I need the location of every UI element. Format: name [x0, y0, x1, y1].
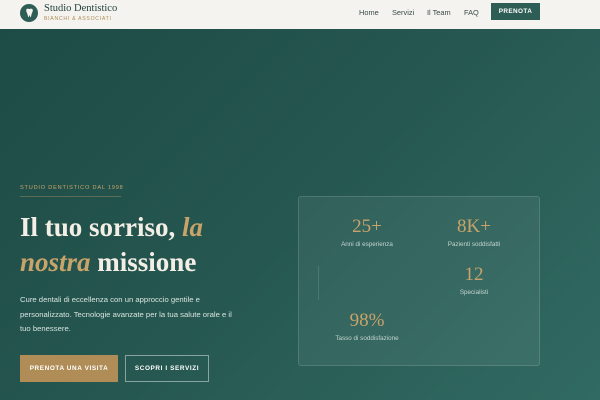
stat-label-satisfaction: Tasso di soddisfazione: [335, 335, 399, 342]
tooth-icon[interactable]: [20, 4, 38, 22]
hero-eyebrow: STUDIO DENTISTICO DAL 1998: [20, 185, 124, 191]
stat-label-patients: Pazienti soddisfatti: [447, 241, 501, 248]
nav-link-servizi[interactable]: Servizi: [392, 8, 414, 17]
nav-link-team[interactable]: Il Team: [427, 8, 451, 17]
headline-accent-2: nostra: [20, 247, 91, 277]
eyebrow-divider: [20, 196, 121, 197]
navbar: Studio Dentistico BIANCHI & ASSOCIATI Ho…: [0, 0, 600, 29]
stat-label-experience: Anni di esperienza: [341, 241, 393, 248]
stat-label-specialists: Specialisti: [459, 289, 489, 296]
hero-description: Cure dentali di eccellenza con un approc…: [20, 295, 232, 334]
stat-value-specialists: 12: [464, 264, 484, 285]
stats-card: 25+ Anni di esperienza 8K+ Pazienti sodd…: [298, 196, 540, 366]
stat-value-experience: 25+: [352, 216, 382, 237]
headline-text-1: Il tuo sorriso,: [20, 212, 176, 242]
headline-accent-1: la: [182, 212, 204, 242]
brand-subtitle: BIANCHI & ASSOCIATI: [44, 16, 112, 22]
nav-link-faq[interactable]: FAQ: [464, 8, 479, 17]
stat-value-patients: 8K+: [457, 216, 491, 237]
card-divider: [318, 266, 319, 300]
hero-headline: Il tuo sorriso, la nostra missione: [20, 210, 300, 280]
nav-book-button[interactable]: PRENOTA: [491, 3, 540, 20]
stat-value-satisfaction: 98%: [349, 310, 385, 331]
tooth-icon-glyph: [25, 8, 33, 18]
book-visit-button[interactable]: PRENOTA UNA VISITA: [20, 355, 118, 382]
brand-name[interactable]: Studio Dentistico: [44, 3, 117, 14]
discover-services-button[interactable]: SCOPRI I SERVIZI: [125, 355, 209, 382]
nav-link-home[interactable]: Home: [359, 8, 379, 17]
hero-section: STUDIO DENTISTICO DAL 1998 Il tuo sorris…: [0, 29, 600, 400]
headline-text-2: missione: [97, 247, 197, 277]
